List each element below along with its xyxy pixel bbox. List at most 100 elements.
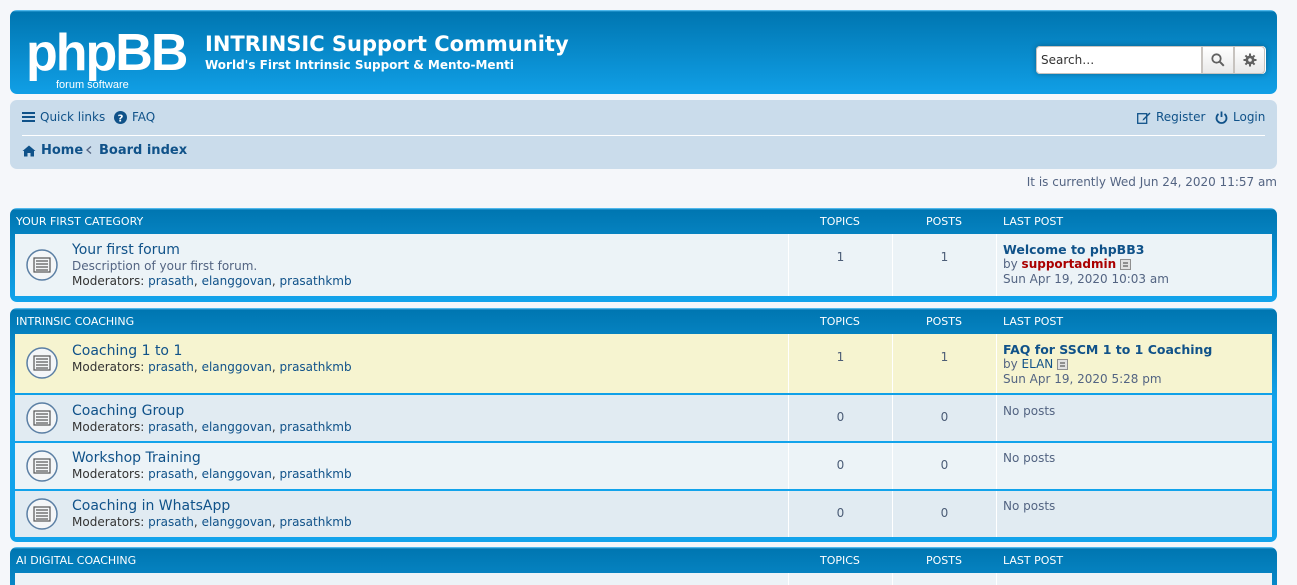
- breadcrumb-board-index-label: Board index: [99, 143, 188, 158]
- category-block: YOUR FIRST CATEGORY TOPICS POSTS LAST PO…: [10, 208, 1277, 302]
- phpbb-logo[interactable]: phpBB forum software: [26, 24, 194, 92]
- faq-link[interactable]: ? FAQ: [114, 110, 155, 124]
- moderator-link[interactable]: prasathkmb: [280, 467, 352, 481]
- moderator-link[interactable]: elanggovan: [202, 467, 272, 481]
- register-label: Register: [1156, 110, 1206, 124]
- moderator-link[interactable]: prasath: [148, 360, 194, 374]
- forum-moderators: Moderators: prasath, elanggovan, prasath…: [72, 274, 352, 288]
- topics-count: 1: [836, 350, 845, 364]
- last-post-author[interactable]: supportadmin: [1022, 257, 1117, 271]
- last-post-cell: [996, 443, 1273, 489]
- quick-links-menu[interactable]: Quick links: [22, 110, 105, 124]
- current-time: It is currently Wed Jun 24, 2020 11:57 a…: [1026, 175, 1277, 189]
- topics-header: TOPICS: [820, 315, 860, 328]
- posts-cell: 1: [892, 234, 996, 296]
- topics-cell: 0: [788, 491, 892, 537]
- last-post-by: by: [1003, 357, 1018, 371]
- category-block: INTRINSIC COACHING TOPICS POSTS LAST POS…: [10, 308, 1277, 542]
- breadcrumb-home-label: Home: [41, 143, 84, 158]
- navbar-divider: [22, 135, 1265, 136]
- breadcrumb-home[interactable]: Home: [22, 143, 83, 158]
- login-link[interactable]: Login: [1215, 110, 1265, 124]
- moderator-link[interactable]: prasathkmb: [280, 420, 352, 434]
- forum-title[interactable]: Workshop Training: [72, 450, 201, 466]
- last-post-author[interactable]: ELAN: [1022, 357, 1054, 371]
- last-post-none: No posts: [1003, 451, 1056, 465]
- forum-moderators: Moderators: prasath, elanggovan, prasath…: [72, 515, 352, 529]
- forum-moderators: Moderators: prasath, elanggovan, prasath…: [72, 467, 352, 481]
- moderator-link[interactable]: elanggovan: [202, 274, 272, 288]
- topics-cell: 0: [788, 395, 892, 441]
- moderator-link[interactable]: prasath: [148, 420, 194, 434]
- last-post-title[interactable]: Welcome to phpBB3: [1003, 242, 1169, 257]
- category-header: INTRINSIC COACHING TOPICS POSTS LAST POS…: [10, 308, 1277, 334]
- topics-header: TOPICS: [820, 554, 860, 567]
- posts-header: POSTS: [926, 554, 962, 567]
- view-latest-post-icon[interactable]: [1120, 259, 1132, 270]
- moderator-link[interactable]: prasath: [148, 274, 194, 288]
- chevron-left-icon: [86, 146, 92, 154]
- posts-cell: 0: [892, 395, 996, 441]
- forum-row: Workshop Training Moderators: prasath, e…: [15, 443, 1272, 489]
- category-block: AI DIGITAL COACHING TOPICS POSTS LAST PO…: [10, 547, 1277, 585]
- posts-count: 0: [940, 458, 949, 472]
- forum-moderators: Moderators: prasath, elanggovan, prasath…: [72, 420, 352, 434]
- quick-links-label: Quick links: [40, 110, 106, 124]
- forum-title[interactable]: Your first forum: [72, 242, 180, 258]
- forum-title[interactable]: Coaching in WhatsApp: [72, 498, 230, 514]
- forum-row: Coaching Group Moderators: prasath, elan…: [15, 395, 1272, 441]
- moderator-link[interactable]: elanggovan: [202, 515, 272, 529]
- forum-title[interactable]: Coaching Group: [72, 403, 184, 419]
- advanced-search-button[interactable]: [1234, 46, 1265, 74]
- last-post-none: No posts: [1003, 499, 1056, 513]
- register-link[interactable]: Register: [1137, 110, 1205, 124]
- last-post-info: No posts: [1003, 499, 1055, 514]
- question-circle-icon: ?: [114, 110, 127, 124]
- forum-read-icon: [26, 347, 58, 379]
- forum-read-icon: [26, 450, 58, 482]
- forum-row: [15, 573, 1272, 585]
- forum-read-icon: [26, 498, 58, 530]
- moderator-link[interactable]: prasathkmb: [280, 515, 352, 529]
- topics-count: 1: [836, 250, 845, 264]
- topics-cell: 0: [788, 443, 892, 489]
- last-post-header: LAST POST: [1003, 554, 1064, 567]
- last-post-header: LAST POST: [1003, 315, 1064, 328]
- category-title[interactable]: YOUR FIRST CATEGORY: [16, 215, 143, 228]
- moderator-link[interactable]: prasathkmb: [280, 274, 352, 288]
- moderator-link[interactable]: elanggovan: [202, 420, 272, 434]
- edit-icon: [1137, 112, 1151, 124]
- logo-text: phpBB: [26, 24, 187, 82]
- posts-count: 0: [940, 506, 949, 520]
- posts-count: 0: [940, 410, 949, 424]
- last-post-by: by: [1003, 257, 1018, 271]
- forum-row: Your first forum Description of your fir…: [15, 234, 1272, 296]
- forum-read-icon: [26, 249, 58, 281]
- category-title[interactable]: INTRINSIC COACHING: [16, 315, 134, 328]
- search-input[interactable]: [1036, 46, 1202, 74]
- posts-cell: [892, 573, 996, 585]
- breadcrumb-board-index[interactable]: Board index: [99, 143, 187, 158]
- category-title[interactable]: AI DIGITAL COACHING: [16, 554, 136, 567]
- login-label: Login: [1233, 110, 1266, 124]
- topics-count: 0: [836, 458, 845, 472]
- view-latest-post-icon[interactable]: [1057, 359, 1069, 370]
- moderator-link[interactable]: elanggovan: [202, 360, 272, 374]
- moderator-link[interactable]: prasath: [148, 515, 194, 529]
- search-icon: [1211, 53, 1225, 67]
- last-post-cell: [996, 491, 1273, 537]
- search-button[interactable]: [1202, 46, 1234, 74]
- last-post-title[interactable]: FAQ for SSCM 1 to 1 Coaching: [1003, 342, 1212, 357]
- last-post-date: Sun Apr 19, 2020 10:03 am: [1003, 272, 1169, 286]
- moderator-link[interactable]: prasathkmb: [280, 360, 352, 374]
- moderators-label: Moderators:: [72, 467, 145, 481]
- posts-count: 1: [940, 250, 949, 264]
- forum-description: Description of your first forum.: [72, 259, 258, 273]
- moderator-link[interactable]: prasath: [148, 467, 194, 481]
- site-description: World's First Intrinsic Support & Mento-…: [205, 58, 514, 72]
- last-post-none: No posts: [1003, 404, 1056, 418]
- moderators-label: Moderators:: [72, 360, 145, 374]
- site-title[interactable]: INTRINSIC Support Community: [205, 32, 569, 56]
- forum-title[interactable]: Coaching 1 to 1: [72, 343, 182, 359]
- svg-text:?: ?: [118, 113, 124, 124]
